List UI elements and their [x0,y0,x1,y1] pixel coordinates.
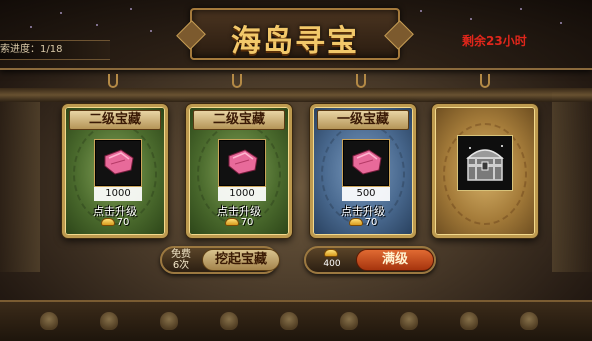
max-level-action: 400 满级 [304,246,436,274]
title-plate: 海岛寻宝 [190,8,400,60]
chest-slot[interactable] [457,135,513,191]
card-title: 一级宝藏 [317,110,409,130]
gold-ingot-icon [348,218,363,226]
item-slot[interactable] [94,139,142,187]
header-bar: 海岛寻宝 索进度：1/18 剩余23小时 [0,0,592,70]
item-quantity: 1000 [218,187,266,201]
treasure-chest-icon [466,145,504,181]
card-title: 二级宝藏 [69,110,161,130]
treasure-card-3[interactable]: 一级宝藏 500 点击升级 70 [310,104,416,238]
upgrade-cost: 70 [189,217,289,228]
upgrade-cost: 70 [65,217,165,228]
cloth-icon [104,149,134,175]
cloth-icon [352,149,382,175]
dig-action: 免费 6次 挖起宝藏 [160,246,280,274]
max-level-button[interactable]: 满级 [356,249,434,271]
left-frame [0,92,40,272]
upgrade-cost: 70 [313,217,413,228]
free-count-badge: 免费 6次 [171,249,191,271]
hanging-rail [0,88,592,102]
page-title: 海岛寻宝 [231,24,359,59]
item-quantity: 1000 [94,187,142,201]
gold-ingot-icon [324,249,338,257]
gold-ingot-icon [224,218,239,226]
exploration-progress: 索进度：1/18 [0,40,110,60]
card-title: 二级宝藏 [193,110,285,130]
treasure-card-2[interactable]: 二级宝藏 1000 点击升级 70 [186,104,292,238]
gold-ingot-icon [100,218,115,226]
treasure-card-4[interactable] [432,104,538,238]
item-quantity: 500 [342,187,390,201]
dig-treasure-button[interactable]: 挖起宝藏 [202,249,280,271]
right-frame [552,92,592,272]
progress-text: 索进度：1/18 [0,44,63,55]
treasure-hunt-window: 海岛寻宝 索进度：1/18 剩余23小时 二级宝藏 1000 点击升级 70 二… [0,0,592,341]
item-slot[interactable] [218,139,266,187]
item-slot[interactable] [342,139,390,187]
gold-cost-badge: 400 [312,249,352,271]
cloth-icon [228,149,258,175]
time-remaining: 剩余23小时 [462,34,527,48]
treasure-card-1[interactable]: 二级宝藏 1000 点击升级 70 [62,104,168,238]
